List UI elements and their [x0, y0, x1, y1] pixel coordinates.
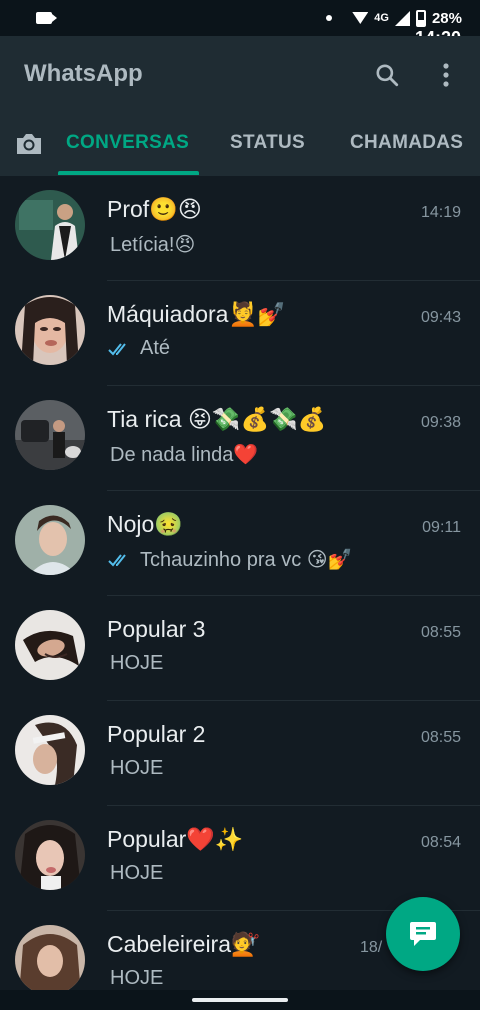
chat-preview-text: De nada linda❤️ — [110, 444, 259, 466]
camera-icon[interactable] — [14, 130, 44, 158]
signal-icon — [394, 10, 410, 26]
wifi-icon — [352, 12, 369, 24]
chat-row[interactable]: Máquiadora💆💅 09:43 Até — [0, 281, 480, 386]
chat-row[interactable]: Prof🙂😠 14:19 Letícia!😠 — [0, 176, 480, 281]
app-title: WhatsApp — [24, 60, 143, 87]
chat-preview-text: Até — [140, 337, 171, 359]
chat-preview-text: HOJE — [110, 757, 164, 779]
chat-name: Cabeleireira💇 — [107, 931, 260, 957]
chat-list[interactable]: Prof🙂😠 14:19 Letícia!😠 Máquiadora💆💅 09:4… — [0, 176, 480, 990]
video-recording-icon — [36, 12, 57, 24]
battery-level: 28% — [431, 9, 462, 27]
double-check-icon — [108, 342, 126, 355]
avatar[interactable] — [15, 505, 85, 575]
system-nav-bar — [0, 990, 480, 1010]
chat-name: Popular❤️✨ — [107, 826, 244, 852]
chat-row[interactable]: Popular 3 08:55 HOJE — [0, 596, 480, 701]
chat-preview: HOJE — [110, 967, 163, 990]
chat-name: Tia rica 😝💸💰💸💰 — [107, 406, 327, 432]
chat-time: 08:55 — [420, 624, 461, 641]
chat-row[interactable]: Popular❤️✨ 08:54 HOJE — [0, 806, 480, 911]
chat-preview: Até — [108, 337, 171, 360]
status-bar: 14:20 4G 28% — [0, 0, 480, 48]
chat-time: 09:43 — [420, 309, 461, 326]
new-chat-icon — [410, 922, 436, 946]
chat-time: 09:11 — [422, 519, 461, 536]
tab-chamadas[interactable]: CHAMADAS — [350, 132, 463, 154]
avatar[interactable] — [15, 610, 85, 680]
chat-preview-text: Letícia!😠 — [110, 234, 196, 256]
tab-status[interactable]: STATUS — [230, 132, 305, 154]
avatar[interactable] — [15, 925, 85, 990]
chat-time: 08:55 — [420, 729, 461, 746]
chat-time: 08:54 — [420, 834, 461, 851]
avatar[interactable] — [15, 295, 85, 365]
chat-preview: De nada linda❤️ — [110, 442, 258, 467]
active-tab-indicator — [58, 171, 199, 175]
new-chat-button[interactable] — [386, 897, 460, 971]
battery-icon — [415, 9, 426, 27]
chat-row[interactable]: Tia rica 😝💸💰💸💰 09:38 De nada linda❤️ — [0, 386, 480, 491]
home-gesture-handle[interactable] — [192, 998, 288, 1002]
chat-preview-text: HOJE — [110, 967, 164, 989]
search-icon[interactable] — [374, 62, 400, 88]
double-check-icon — [108, 553, 126, 566]
chat-preview: HOJE — [110, 862, 163, 885]
chat-preview-text: HOJE — [110, 862, 164, 884]
chat-name: Máquiadora💆💅 — [107, 301, 286, 327]
chat-time: 09:38 — [420, 414, 461, 431]
chat-name: Nojo🤢 — [107, 511, 183, 537]
avatar[interactable] — [15, 400, 85, 470]
chat-preview: Tchauzinho pra vc 😘💅 — [108, 547, 353, 572]
more-vert-icon[interactable] — [436, 62, 456, 88]
chat-preview-text: Tchauzinho pra vc 😘💅 — [140, 549, 353, 571]
chat-time: 18/ — [360, 939, 383, 956]
chat-preview: Letícia!😠 — [110, 232, 195, 257]
chat-preview: HOJE — [110, 652, 163, 675]
chat-preview-text: HOJE — [110, 652, 164, 674]
chat-name: Popular 3 — [107, 616, 206, 642]
notification-dot-icon — [326, 15, 333, 21]
chat-row[interactable]: Nojo🤢 09:11 Tchauzinho pra vc 😘💅 — [0, 491, 480, 596]
chat-name: Popular 2 — [107, 721, 206, 747]
status-icons: 4G 28% — [326, 9, 462, 27]
network-type: 4G — [374, 12, 389, 24]
avatar[interactable] — [15, 715, 85, 785]
tab-bar: CONVERSAS STATUS CHAMADAS — [0, 118, 480, 176]
tab-conversas[interactable]: CONVERSAS — [66, 132, 189, 154]
chat-row[interactable]: Popular 2 08:55 HOJE — [0, 701, 480, 806]
app-bar: WhatsApp — [0, 36, 480, 118]
avatar[interactable] — [15, 190, 85, 260]
chat-name: Prof🙂😠 — [107, 196, 202, 222]
chat-preview: HOJE — [110, 757, 163, 780]
chat-time: 14:19 — [420, 204, 461, 221]
avatar[interactable] — [15, 820, 85, 890]
